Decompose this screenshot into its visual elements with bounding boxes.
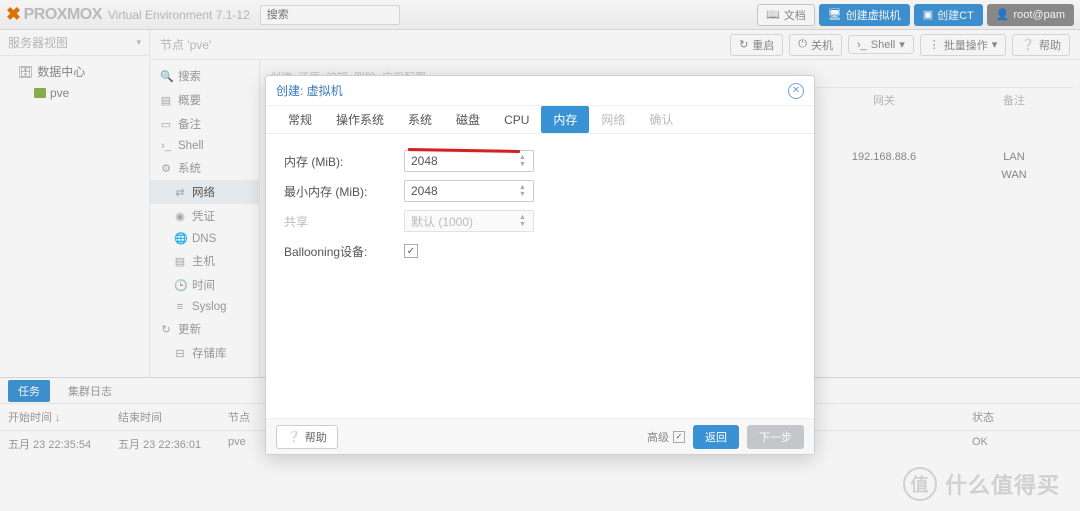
min-memory-input[interactable]: 2048 ▲▼ <box>404 180 534 202</box>
spinner-icon[interactable]: ▲▼ <box>519 181 531 201</box>
next-button[interactable]: 下一步 <box>747 425 804 449</box>
share-input: 默认 (1000) ▲▼ <box>404 210 534 232</box>
close-button[interactable]: ✕ <box>788 83 804 99</box>
spinner-icon: ▲▼ <box>519 211 531 231</box>
dialog-footer: ❔帮助 高级 ✓ 返回 下一步 <box>266 418 814 454</box>
tab-disk[interactable]: 磁盘 <box>444 106 492 133</box>
tab-os[interactable]: 操作系统 <box>324 106 396 133</box>
advanced-toggle[interactable]: 高级 ✓ <box>647 429 685 445</box>
tab-memory[interactable]: 内存 <box>541 106 589 133</box>
dialog-help-button[interactable]: ❔帮助 <box>276 425 338 449</box>
memory-input[interactable]: 2048 ▲▼ <box>404 150 534 172</box>
tab-general[interactable]: 常规 <box>276 106 324 133</box>
tab-confirm[interactable]: 确认 <box>637 106 685 133</box>
ballooning-label: Ballooning设备: <box>284 243 404 260</box>
memory-label: 内存 (MiB): <box>284 153 404 170</box>
back-button[interactable]: 返回 <box>693 425 739 449</box>
close-icon: ✕ <box>792 85 800 96</box>
dialog-title: 创建: 虚拟机 <box>276 82 343 99</box>
create-vm-dialog: 创建: 虚拟机 ✕ 常规 操作系统 系统 磁盘 CPU 内存 网络 确认 内存 … <box>265 75 815 455</box>
tab-cpu[interactable]: CPU <box>492 108 541 132</box>
help-icon: ❔ <box>287 430 301 443</box>
share-label: 共享 <box>284 213 404 230</box>
dialog-title-bar: 创建: 虚拟机 ✕ <box>266 76 814 106</box>
wizard-tabs: 常规 操作系统 系统 磁盘 CPU 内存 网络 确认 <box>266 106 814 134</box>
dialog-body: 内存 (MiB): 2048 ▲▼ 最小内存 (MiB): 2048 ▲▼ 共享… <box>266 134 814 418</box>
watermark: 值 什么值得买 <box>903 467 1060 501</box>
watermark-icon: 值 <box>903 467 937 501</box>
min-memory-label: 最小内存 (MiB): <box>284 183 404 200</box>
spinner-icon[interactable]: ▲▼ <box>519 151 531 171</box>
ballooning-checkbox[interactable]: ✓ <box>404 244 418 258</box>
tab-system[interactable]: 系统 <box>396 106 444 133</box>
tab-network[interactable]: 网络 <box>589 106 637 133</box>
